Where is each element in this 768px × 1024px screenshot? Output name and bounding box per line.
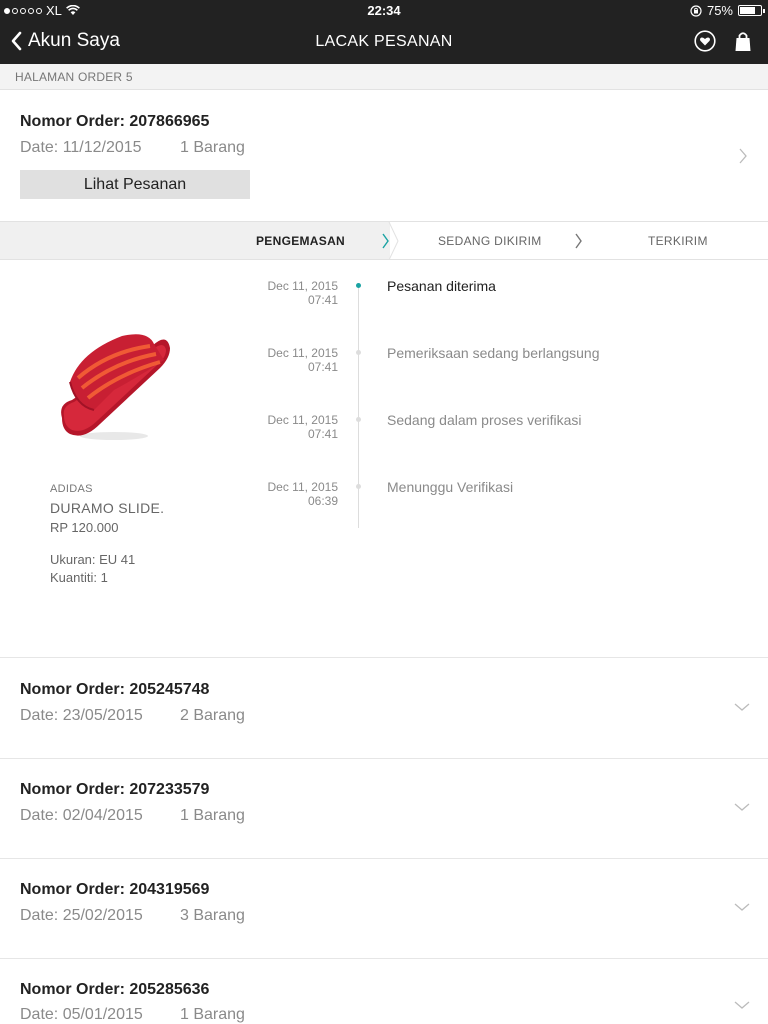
timeline-dot [356,350,361,355]
step-shipping: SEDANG DIKIRIM [438,234,542,248]
timeline-date-time: 06:39 [307,494,338,508]
step-packing: PENGEMASAN [256,234,346,248]
product-price: RP 120.000 [50,520,119,535]
order-item-count: 2 Barang [180,707,245,724]
order-meta: Date: 25/02/2015 3 Barang [20,907,245,925]
order-item-count: 1 Barang [180,1006,245,1023]
orientation-lock-icon [690,4,702,17]
order-number: Nomor Order: 204319569 [20,881,210,898]
product-size: Ukuran: EU 41 [50,552,136,567]
timeline-dot [356,417,361,422]
chevron-down-icon[interactable] [734,802,750,812]
view-order-button[interactable]: Lihat Pesanan [20,170,250,199]
timeline-date: Dec 11, 2015 07:41 [230,346,339,374]
chevron-down-icon[interactable] [734,702,750,712]
divider [0,758,768,759]
order-number: Nomor Order: 207866965 [20,113,210,130]
timeline-date-time: 07:41 [307,427,338,441]
timeline-event: Pesanan diterima [387,278,496,294]
order-date: Date: 23/05/2015 [20,707,143,724]
order-date: Date: 02/04/2015 [20,807,143,824]
divider [0,958,768,959]
nav-actions [694,30,752,52]
step-delivered: TERKIRIM [648,234,708,248]
order-meta: Date: 23/05/2015 2 Barang [20,707,245,725]
navigation-bar: Akun Saya LACAK PESANAN [0,22,768,64]
product-name: DURAMO SLIDE. [50,500,165,516]
timeline-date-day: Dec 11, 2015 [267,480,339,494]
battery-info: 75% [690,3,765,18]
timeline-date-time: 07:41 [307,360,338,374]
timeline-dot-active [356,283,361,288]
order-item-count: 1 Barang [180,139,245,156]
battery-icon [738,5,765,16]
timeline-date: Dec 11, 2015 06:39 [230,480,339,508]
divider [0,858,768,859]
order-number: Nomor Order: 205285636 [20,981,210,998]
timeline-date: Dec 11, 2015 07:41 [230,413,339,441]
shopping-bag-icon[interactable] [734,30,752,52]
shipping-progress: PENGEMASAN SEDANG DIKIRIM TERKIRIM [0,221,768,260]
timeline-date-time: 07:41 [307,293,338,307]
order-item-count: 1 Barang [180,807,245,824]
order-item-count: 3 Barang [180,907,245,924]
timeline-line [358,288,359,528]
timeline-event: Pemeriksaan sedang berlangsung [387,345,600,361]
timeline-date: Dec 11, 2015 07:41 [230,279,339,307]
page-title: LACAK PESANAN [315,33,453,50]
timeline-event: Menunggu Verifikasi [387,479,514,495]
divider [0,657,768,658]
order-date: Date: 11/12/2015 [20,139,142,156]
order-meta: Date: 11/12/2015 1 Barang [20,139,245,157]
order-number: Nomor Order: 205245748 [20,681,210,698]
heart-icon[interactable] [694,30,716,52]
product-brand: ADIDAS [50,483,93,495]
timeline-dot [356,484,361,489]
order-meta: Date: 05/01/2015 1 Barang [20,1006,245,1024]
chevron-down-icon[interactable] [734,902,750,912]
page-subheader: HALAMAN ORDER 5 [0,64,768,90]
timeline-event: Sedang dalam proses verifikasi [387,412,582,428]
chevron-down-icon[interactable] [734,1000,750,1010]
order-number: Nomor Order: 207233579 [20,781,210,798]
order-date: Date: 25/02/2015 [20,907,143,924]
step-divider-icon [388,222,399,260]
order-date: Date: 05/01/2015 [20,1006,143,1023]
order-meta: Date: 02/04/2015 1 Barang [20,807,245,825]
clock: 22:34 [367,3,401,18]
chevron-right-icon[interactable] [738,148,748,164]
battery-percent: 75% [706,3,733,18]
timeline-date-day: Dec 11, 2015 [267,413,339,427]
product-quantity: Kuantiti: 1 [50,570,108,585]
timeline-date-day: Dec 11, 2015 [267,279,339,293]
timeline-date-day: Dec 11, 2015 [267,346,339,360]
product-image[interactable] [52,318,182,453]
status-bar: XL 22:34 75% [0,0,768,22]
step-arrow-icon [575,233,582,249]
